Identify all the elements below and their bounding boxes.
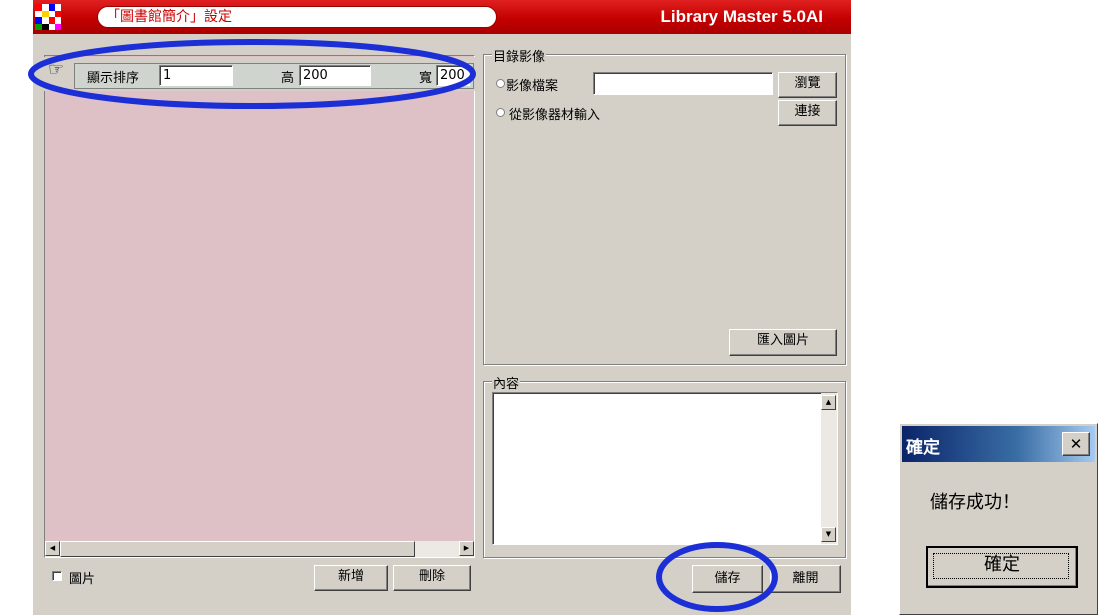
confirm-dialog: 確定 ✕ 儲存成功！ 確定 <box>899 423 1098 615</box>
dialog-title-bar: 確定 ✕ <box>902 426 1095 462</box>
dialog-title: 確定 <box>906 438 940 458</box>
dialog-message: 儲存成功！ <box>930 492 1020 513</box>
dialog-ok-button[interactable]: 確定 <box>926 546 1078 588</box>
dialog-close-icon[interactable]: ✕ <box>1062 432 1090 456</box>
dialog-ok-label: 確定 <box>984 554 1020 575</box>
annotation-oval-settings <box>28 39 476 109</box>
annotation-oval-save <box>656 542 778 612</box>
